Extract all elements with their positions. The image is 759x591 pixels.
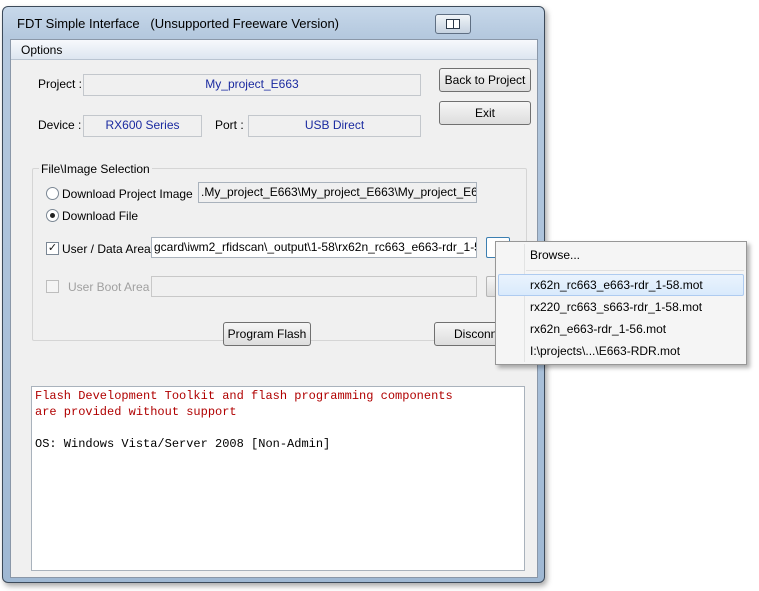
menu-item-recent-file[interactable]: rx62n_e663-rdr_1-56.mot	[498, 318, 744, 340]
main-window: FDT Simple Interface (Unsupported Freewa…	[2, 6, 545, 583]
client-area: Options Project : My_project_E663 Device…	[10, 39, 538, 578]
menu-options[interactable]: Options	[21, 43, 62, 57]
console-line: are provided without support	[35, 405, 237, 419]
device-label: Device :	[38, 118, 82, 132]
user-data-area-path-input[interactable]: gcard\iwm2_rfidscan\_output\1-58\rx62n_r…	[151, 237, 477, 258]
window-title: FDT Simple Interface (Unsupported Freewa…	[17, 16, 340, 31]
project-label: Project :	[38, 77, 83, 91]
menu-item-recent-file[interactable]: rx220_rc663_s663-rdr_1-58.mot	[498, 296, 744, 318]
program-flash-button[interactable]: Program Flash	[223, 322, 311, 346]
device-field: RX600 Series	[83, 115, 202, 137]
project-image-path: .My_project_E663\My_project_E663\My_proj…	[198, 182, 477, 203]
menu-item-recent-file[interactable]: rx62n_rc663_e663-rdr_1-58.mot	[498, 274, 744, 296]
menu-bar: Options	[11, 40, 537, 60]
console-line: OS: Windows Vista/Server 2008 [Non-Admin…	[35, 437, 331, 451]
menu-item-browse[interactable]: Browse...	[498, 244, 744, 266]
port-label: Port :	[215, 118, 244, 132]
user-boot-area-checkbox[interactable]	[46, 280, 59, 293]
window-icon	[446, 19, 460, 29]
download-file-label[interactable]: Download File	[62, 209, 138, 223]
download-project-image-label[interactable]: Download Project Image	[62, 187, 193, 201]
user-data-area-label[interactable]: User / Data Area	[62, 242, 151, 256]
download-file-radio[interactable]	[46, 209, 59, 222]
window-menu-button[interactable]	[435, 14, 471, 34]
back-to-project-button[interactable]: Back to Project	[439, 68, 531, 92]
recent-files-menu: Browse... rx62n_rc663_e663-rdr_1-58.mot …	[495, 241, 747, 365]
user-boot-area-path-input	[151, 276, 477, 297]
output-console[interactable]: Flash Development Toolkit and flash prog…	[31, 386, 525, 571]
menu-separator	[526, 270, 744, 271]
user-data-area-checkbox[interactable]: ✓	[46, 242, 59, 255]
console-line: Flash Development Toolkit and flash prog…	[35, 389, 453, 403]
menu-item-recent-file[interactable]: I:\projects\...\E663-RDR.mot	[498, 340, 744, 362]
file-selection-title: File\Image Selection	[39, 162, 152, 176]
user-boot-area-label: User Boot Area	[68, 280, 150, 294]
port-field: USB Direct	[248, 115, 421, 137]
exit-button[interactable]: Exit	[439, 101, 531, 125]
title-bar[interactable]: FDT Simple Interface (Unsupported Freewa…	[3, 7, 544, 37]
download-project-image-radio[interactable]	[46, 187, 59, 200]
project-field: My_project_E663	[83, 74, 421, 96]
